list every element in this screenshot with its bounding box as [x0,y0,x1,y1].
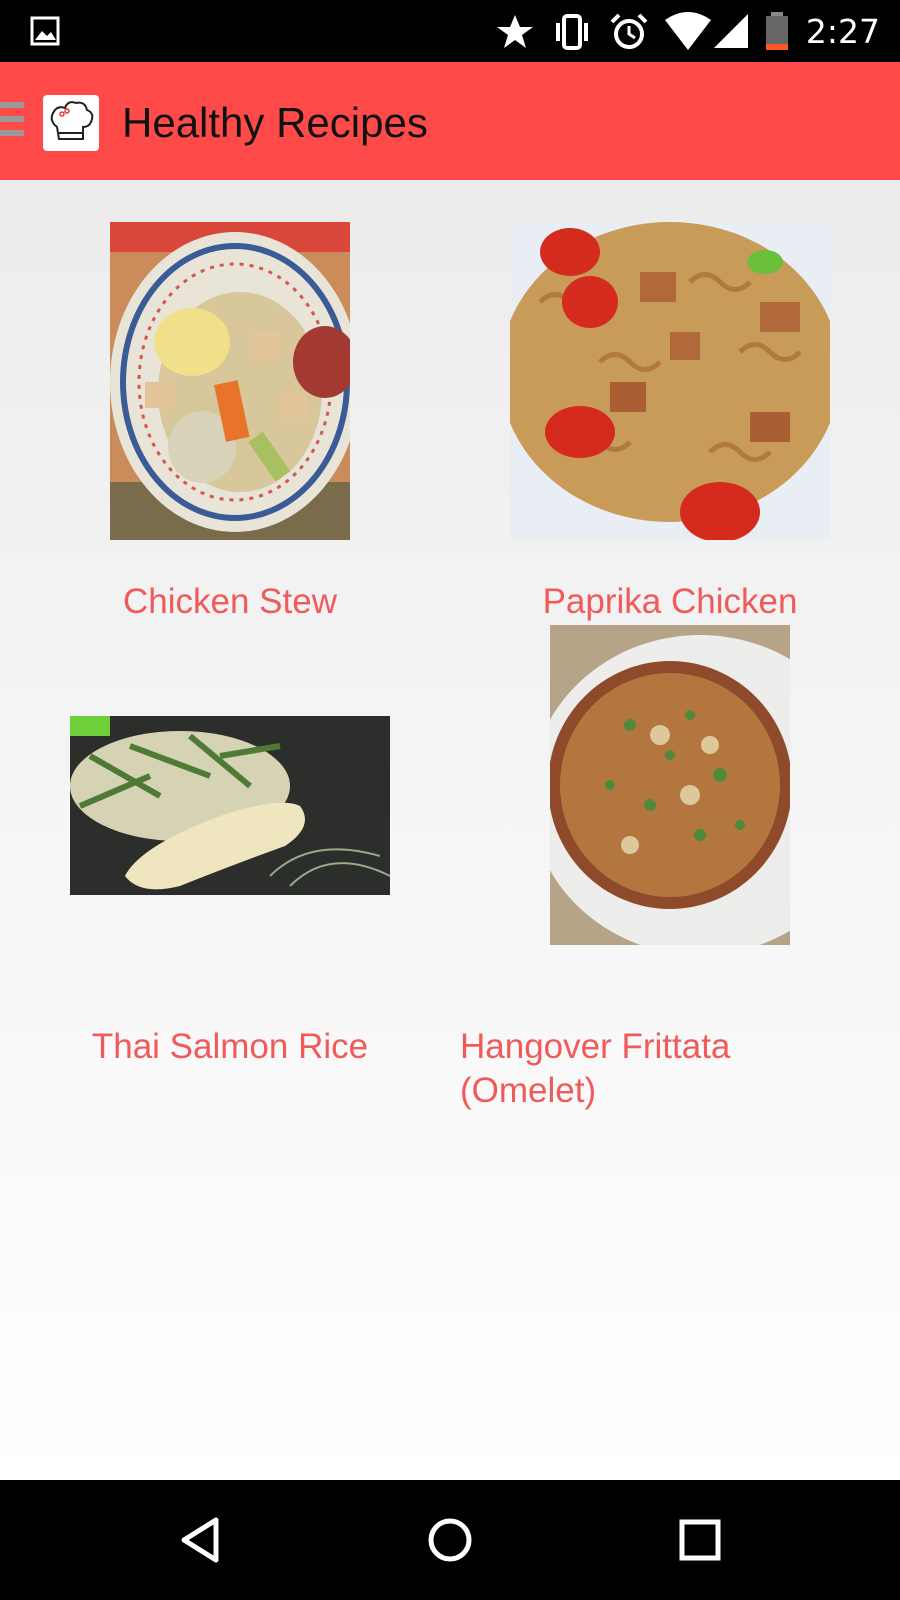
recipe-image-chicken-stew[interactable] [110,222,350,540]
wifi-icon [665,12,711,50]
gallery-icon [30,16,60,46]
recipe-grid: Chicken Stew Paprika Chicken Thai Salmon… [0,180,900,1480]
recipe-title[interactable]: Thai Salmon Rice [0,1025,460,1069]
app-title: Healthy Recipes [122,99,428,146]
recipe-card-paprika-chicken[interactable]: Paprika Chicken [450,180,900,621]
app-bar: Healthy Recipes [0,62,900,180]
recipe-card-thai-salmon-rice[interactable]: Thai Salmon Rice [0,625,450,1095]
navigation-bar [0,1480,900,1600]
recipe-title[interactable]: Paprika Chicken [450,580,890,624]
battery-icon [766,12,788,50]
recipe-image-paprika-chicken[interactable] [510,222,830,540]
vibrate-icon [556,14,588,50]
star-icon [497,15,533,48]
alarm-icon [610,13,648,49]
clock: 2:27 [805,12,880,51]
recipe-image-thai-salmon-rice[interactable] [70,716,390,895]
hamburger-icon[interactable] [0,102,24,140]
home-icon[interactable] [420,1510,480,1570]
recipe-card-hangover-frittata[interactable]: Hangover Frittata (Omelet) [450,625,900,1110]
chef-hat-icon[interactable] [43,95,99,151]
recipe-title[interactable]: Chicken Stew [0,580,460,624]
recipe-title[interactable]: Hangover Frittata (Omelet) [460,1025,880,1113]
recipe-image-hangover-frittata[interactable] [550,625,790,945]
back-icon[interactable] [172,1510,232,1570]
recents-icon[interactable] [670,1510,730,1570]
recipe-card-chicken-stew[interactable]: Chicken Stew [0,180,450,621]
status-bar: 2:27 [0,0,900,62]
signal-icon [714,14,748,48]
